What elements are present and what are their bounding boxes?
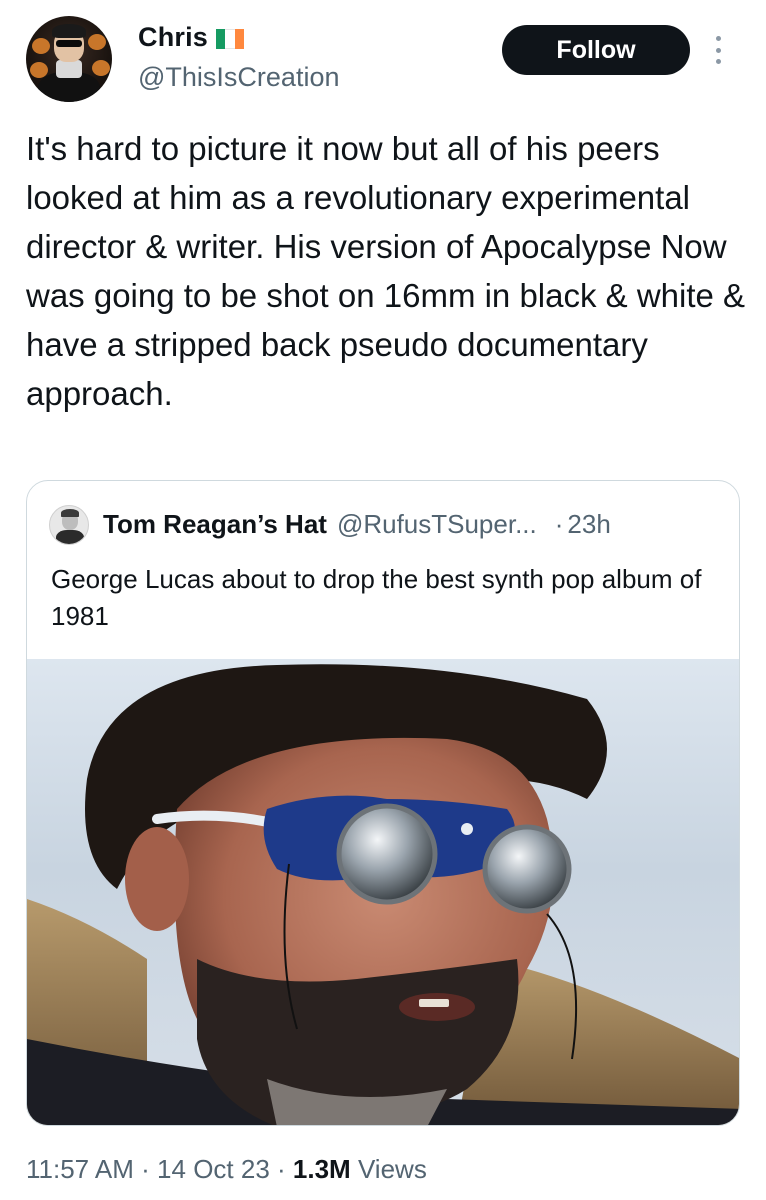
pumpkin-decoration [92,60,110,76]
separator-dot: · [554,509,564,539]
tweet-time[interactable]: 11:57 AM [26,1154,134,1184]
ireland-flag-icon [216,28,245,49]
quoted-tweet-photo[interactable] [27,659,739,1125]
author-avatar[interactable] [26,16,112,102]
quoted-author-name: Tom Reagan’s Hat [103,509,327,539]
avatar-hair [52,24,86,38]
author-handle[interactable]: @ThisIsCreation [138,62,339,93]
photo-illustration [27,664,739,1125]
avatar-sunglasses [56,40,82,47]
quoted-tweet-time: 23h [567,509,611,539]
quoted-tweet[interactable]: Tom Reagan’s Hat @RufusTSuper... · 23h G… [26,480,740,1126]
tweet-card: Chris @ThisIsCreation Follow It's hard t… [0,0,766,1200]
quoted-tweet-header: Tom Reagan’s Hat @RufusTSuper... · 23h [103,509,611,540]
quoted-tweet-text: George Lucas about to drop the best synt… [51,564,702,631]
pumpkin-decoration [32,38,50,54]
separator-dot: · [269,1154,293,1184]
tweet-metadata: 11:57 AM · 14 Oct 23 · 1.3M Views [26,1154,427,1185]
author-name-row: Chris [138,22,245,53]
tweet-text: It's hard to picture it now but all of h… [26,130,746,412]
tweet-date[interactable]: 14 Oct 23 [157,1154,270,1184]
pumpkin-decoration [88,34,106,50]
more-vertical-icon[interactable] [708,30,728,70]
separator-dot: · [133,1154,158,1184]
views-count: 1.3M [292,1154,351,1184]
follow-button[interactable]: Follow [502,25,690,75]
views-label: Views [357,1154,427,1184]
author-name[interactable]: Chris [138,22,208,53]
quoted-author-handle: @RufusTSuper... [336,509,537,539]
avatar-collar [56,60,82,78]
quoted-author-avatar [49,505,89,545]
